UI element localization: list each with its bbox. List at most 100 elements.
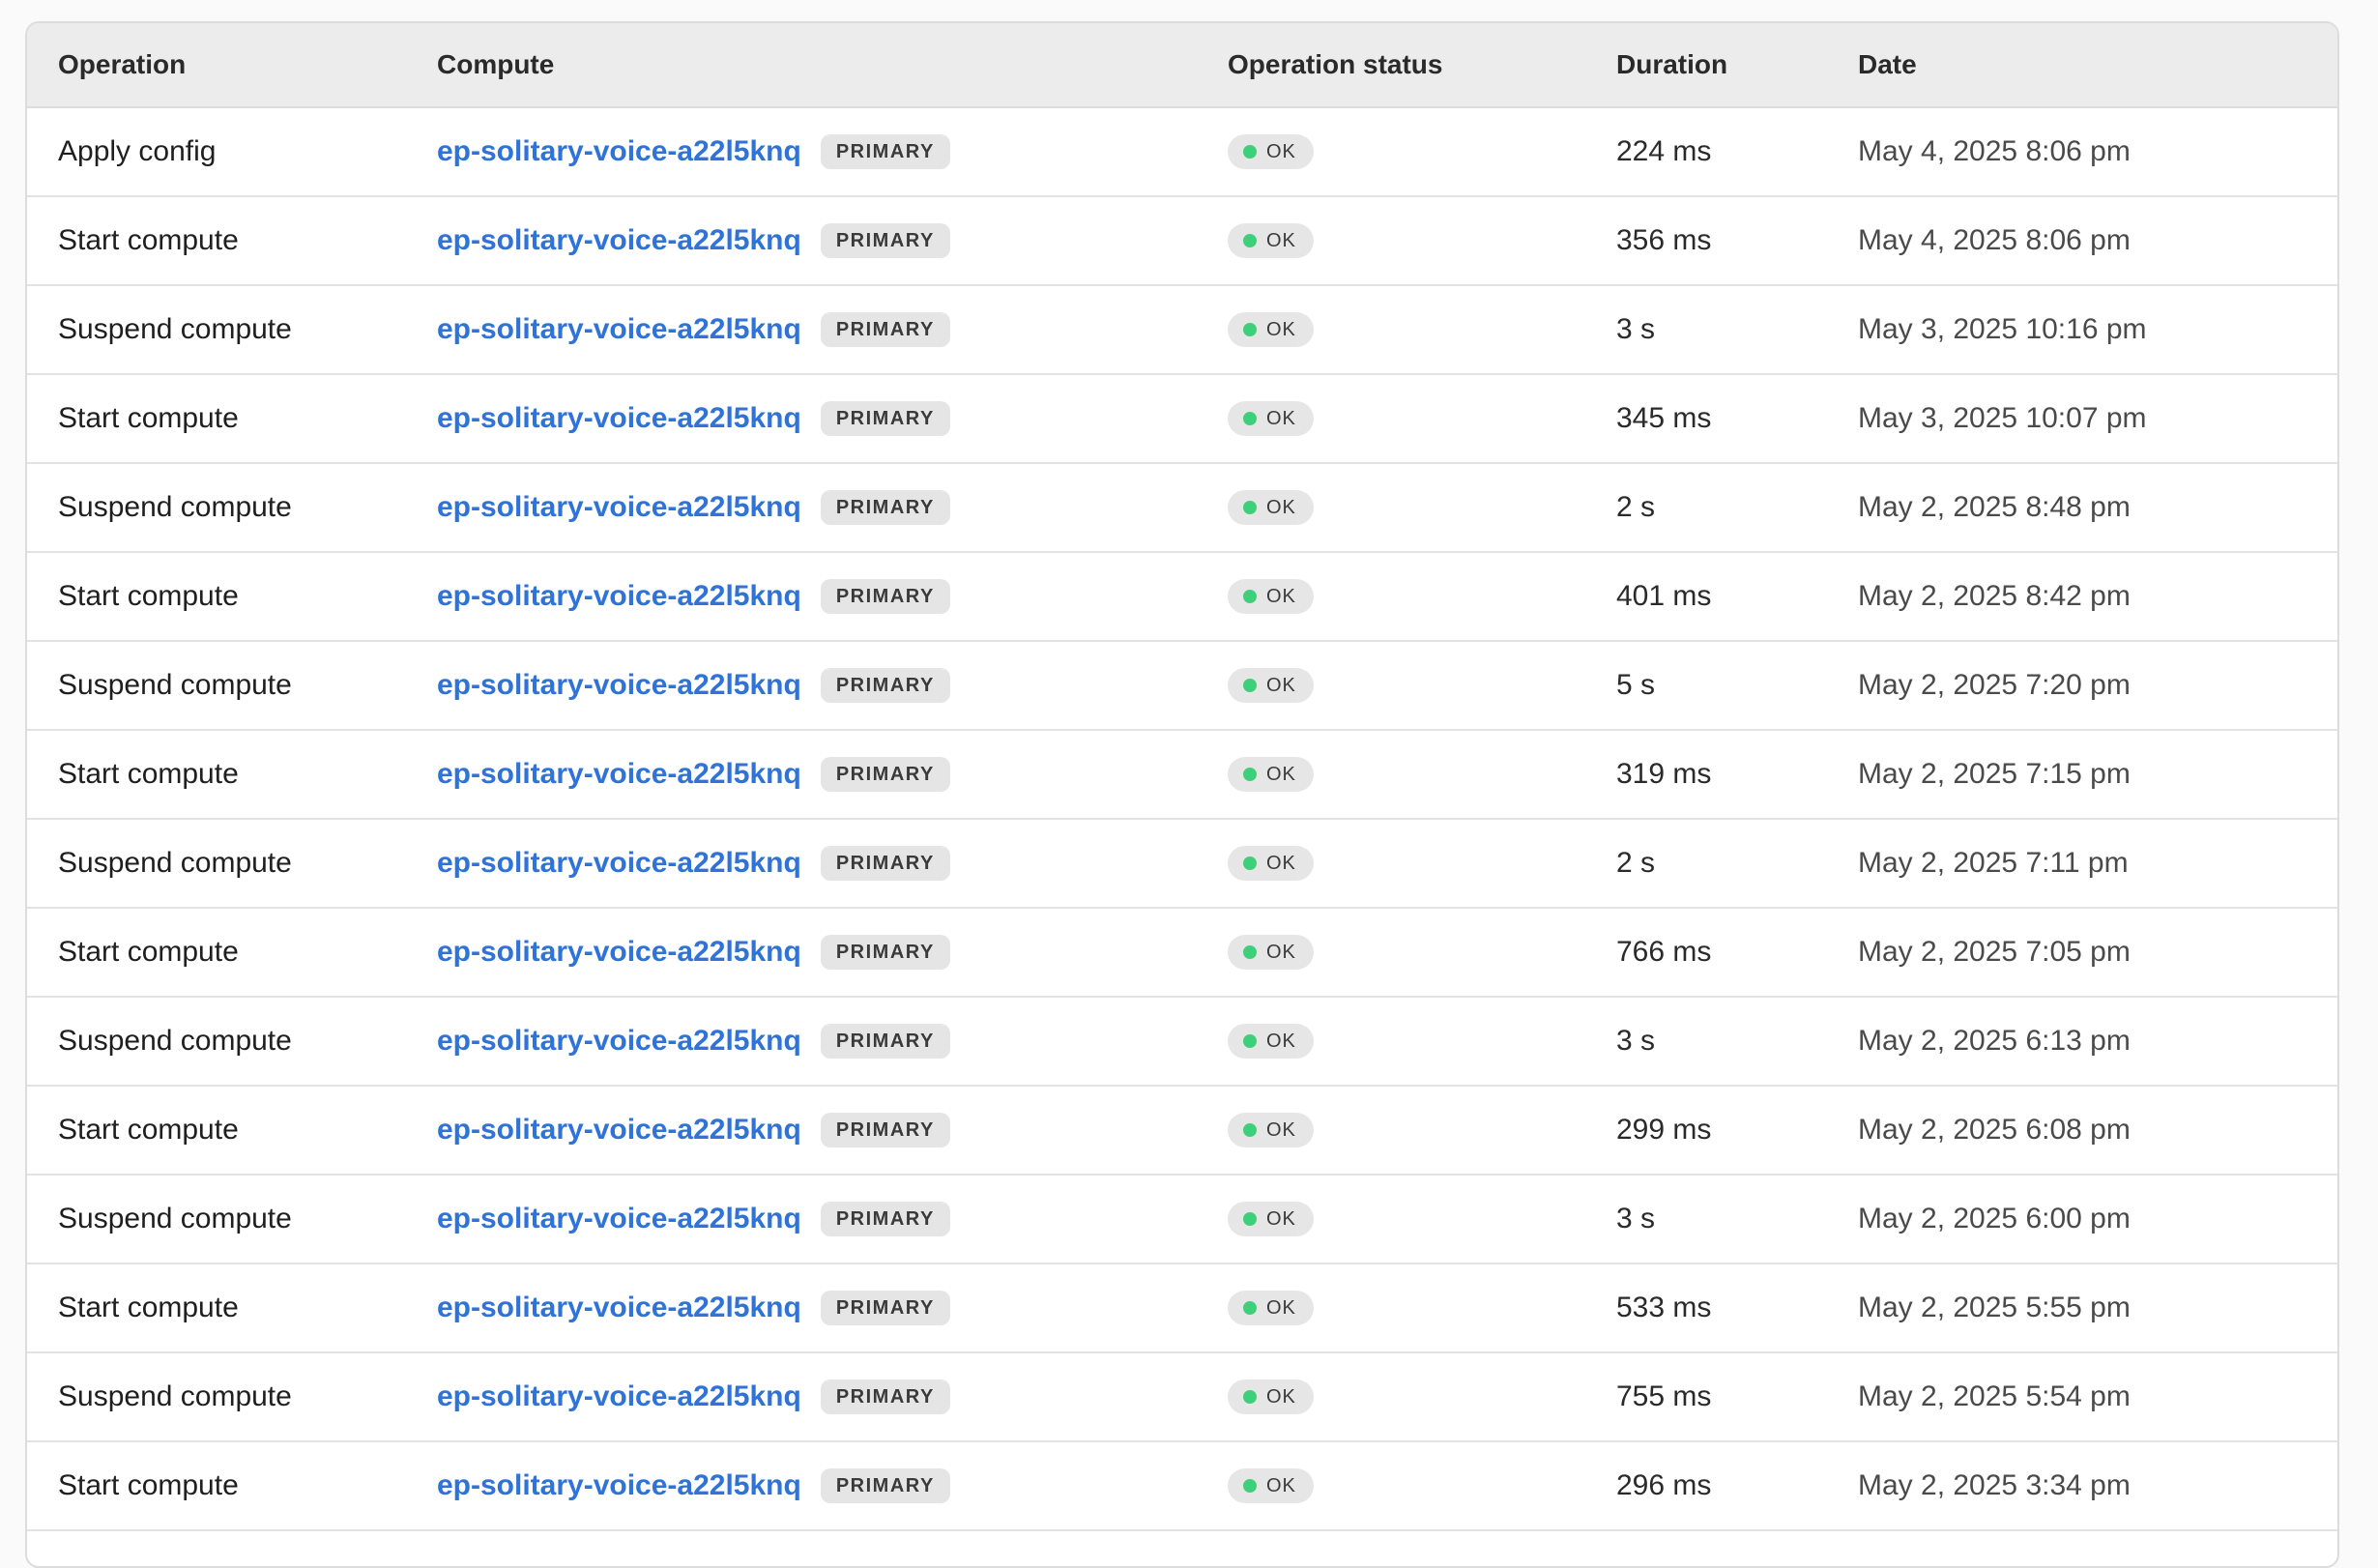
operation-name: Start compute [58, 1114, 239, 1146]
compute-link[interactable]: ep-solitary-voice-a22l5knq [437, 491, 801, 524]
table-row[interactable]: Suspend compute ep-solitary-voice-a22l5k… [27, 464, 2337, 553]
compute-link[interactable]: ep-solitary-voice-a22l5knq [437, 580, 801, 613]
operation-name: Suspend compute [58, 1025, 292, 1057]
duration-value: 224 ms [1616, 135, 1712, 167]
duration-cell: 319 ms [1616, 758, 1858, 791]
table-row[interactable]: Apply config ep-solitary-voice-a22l5knq … [27, 108, 2337, 197]
column-header-duration[interactable]: Duration [1616, 49, 1858, 80]
status-badge: OK [1228, 1291, 1314, 1325]
primary-badge: PRIMARY [820, 1202, 950, 1236]
operation-cell: Start compute [27, 402, 437, 435]
table-row[interactable]: Start compute ep-solitary-voice-a22l5knq… [27, 1264, 2337, 1353]
column-header-operation[interactable]: Operation [27, 49, 437, 80]
date-cell: May 2, 2025 7:15 pm [1858, 758, 2337, 791]
status-badge: OK [1228, 1468, 1314, 1503]
operation-cell: Suspend compute [27, 491, 437, 524]
table-row[interactable]: Start compute ep-solitary-voice-a22l5knq… [27, 375, 2337, 464]
duration-value: 319 ms [1616, 758, 1712, 790]
column-header-compute[interactable]: Compute [437, 49, 1228, 80]
date-cell: May 4, 2025 8:06 pm [1858, 224, 2337, 257]
status-dot-icon [1243, 590, 1257, 603]
compute-link[interactable]: ep-solitary-voice-a22l5knq [437, 224, 801, 257]
duration-value: 766 ms [1616, 936, 1712, 968]
compute-link[interactable]: ep-solitary-voice-a22l5knq [437, 1025, 801, 1058]
compute-cell: ep-solitary-voice-a22l5knq PRIMARY [437, 401, 1228, 436]
date-value: May 2, 2025 7:15 pm [1858, 758, 2131, 790]
duration-value: 533 ms [1616, 1292, 1712, 1323]
status-badge: OK [1228, 312, 1314, 347]
primary-badge: PRIMARY [820, 1113, 950, 1147]
duration-value: 3 s [1616, 1025, 1656, 1057]
table-row[interactable]: Suspend compute ep-solitary-voice-a22l5k… [27, 820, 2337, 909]
compute-link[interactable]: ep-solitary-voice-a22l5knq [437, 135, 801, 168]
duration-cell: 345 ms [1616, 402, 1858, 435]
status-dot-icon [1243, 857, 1257, 870]
status-cell: OK [1228, 1468, 1616, 1503]
primary-badge: PRIMARY [820, 401, 950, 436]
primary-badge: PRIMARY [820, 757, 950, 792]
compute-link[interactable]: ep-solitary-voice-a22l5knq [437, 669, 801, 702]
compute-link[interactable]: ep-solitary-voice-a22l5knq [437, 847, 801, 880]
operation-name: Start compute [58, 758, 239, 790]
table-row[interactable]: Suspend compute ep-solitary-voice-a22l5k… [27, 1176, 2337, 1264]
compute-cell: ep-solitary-voice-a22l5knq PRIMARY [437, 1113, 1228, 1147]
operation-cell: Start compute [27, 224, 437, 257]
table-row[interactable]: Suspend compute ep-solitary-voice-a22l5k… [27, 286, 2337, 375]
duration-value: 2 s [1616, 491, 1656, 523]
table-row[interactable]: Start compute ep-solitary-voice-a22l5knq… [27, 197, 2337, 286]
table-body: Apply config ep-solitary-voice-a22l5knq … [27, 108, 2337, 1531]
compute-link[interactable]: ep-solitary-voice-a22l5knq [437, 1203, 801, 1235]
status-cell: OK [1228, 490, 1616, 525]
table-row[interactable]: Suspend compute ep-solitary-voice-a22l5k… [27, 642, 2337, 731]
primary-badge: PRIMARY [820, 846, 950, 881]
duration-cell: 296 ms [1616, 1469, 1858, 1502]
duration-cell: 755 ms [1616, 1380, 1858, 1413]
date-cell: May 3, 2025 10:16 pm [1858, 313, 2337, 346]
duration-cell: 356 ms [1616, 224, 1858, 257]
status-badge: OK [1228, 401, 1314, 436]
table-row[interactable]: Suspend compute ep-solitary-voice-a22l5k… [27, 998, 2337, 1087]
compute-link[interactable]: ep-solitary-voice-a22l5knq [437, 758, 801, 791]
table-row[interactable]: Start compute ep-solitary-voice-a22l5knq… [27, 731, 2337, 820]
date-cell: May 2, 2025 6:00 pm [1858, 1203, 2337, 1235]
table-row[interactable]: Suspend compute ep-solitary-voice-a22l5k… [27, 1353, 2337, 1442]
status-dot-icon [1243, 1479, 1257, 1493]
column-header-date[interactable]: Date [1858, 49, 2337, 80]
status-text: OK [1266, 140, 1296, 162]
operation-name: Suspend compute [58, 669, 292, 701]
table-row[interactable]: Start compute ep-solitary-voice-a22l5knq… [27, 1442, 2337, 1531]
status-cell: OK [1228, 668, 1616, 703]
compute-link[interactable]: ep-solitary-voice-a22l5knq [437, 402, 801, 435]
duration-cell: 3 s [1616, 313, 1858, 346]
compute-link[interactable]: ep-solitary-voice-a22l5knq [437, 936, 801, 969]
primary-badge: PRIMARY [820, 134, 950, 169]
compute-link[interactable]: ep-solitary-voice-a22l5knq [437, 1114, 801, 1147]
duration-cell: 3 s [1616, 1025, 1858, 1058]
primary-badge: PRIMARY [820, 490, 950, 525]
status-dot-icon [1243, 1123, 1257, 1137]
compute-cell: ep-solitary-voice-a22l5knq PRIMARY [437, 312, 1228, 347]
primary-badge: PRIMARY [820, 1379, 950, 1414]
operation-name: Apply config [58, 135, 217, 167]
primary-badge: PRIMARY [820, 668, 950, 703]
status-text: OK [1266, 407, 1296, 429]
duration-cell: 3 s [1616, 1203, 1858, 1235]
table-row[interactable]: Start compute ep-solitary-voice-a22l5knq… [27, 1087, 2337, 1176]
compute-link[interactable]: ep-solitary-voice-a22l5knq [437, 1380, 801, 1413]
operation-name: Suspend compute [58, 1203, 292, 1234]
status-badge: OK [1228, 1113, 1314, 1147]
duration-cell: 224 ms [1616, 135, 1858, 168]
table-row[interactable]: Start compute ep-solitary-voice-a22l5knq… [27, 553, 2337, 642]
primary-badge: PRIMARY [820, 1291, 950, 1325]
duration-cell: 2 s [1616, 847, 1858, 880]
status-text: OK [1266, 1030, 1296, 1052]
compute-link[interactable]: ep-solitary-voice-a22l5knq [437, 1292, 801, 1324]
status-cell: OK [1228, 134, 1616, 169]
compute-link[interactable]: ep-solitary-voice-a22l5knq [437, 1469, 801, 1502]
table-row[interactable]: Start compute ep-solitary-voice-a22l5knq… [27, 909, 2337, 998]
compute-link[interactable]: ep-solitary-voice-a22l5knq [437, 313, 801, 346]
duration-cell: 299 ms [1616, 1114, 1858, 1147]
column-header-operation-status[interactable]: Operation status [1228, 49, 1616, 80]
status-text: OK [1266, 1474, 1296, 1496]
operation-cell: Start compute [27, 1292, 437, 1324]
